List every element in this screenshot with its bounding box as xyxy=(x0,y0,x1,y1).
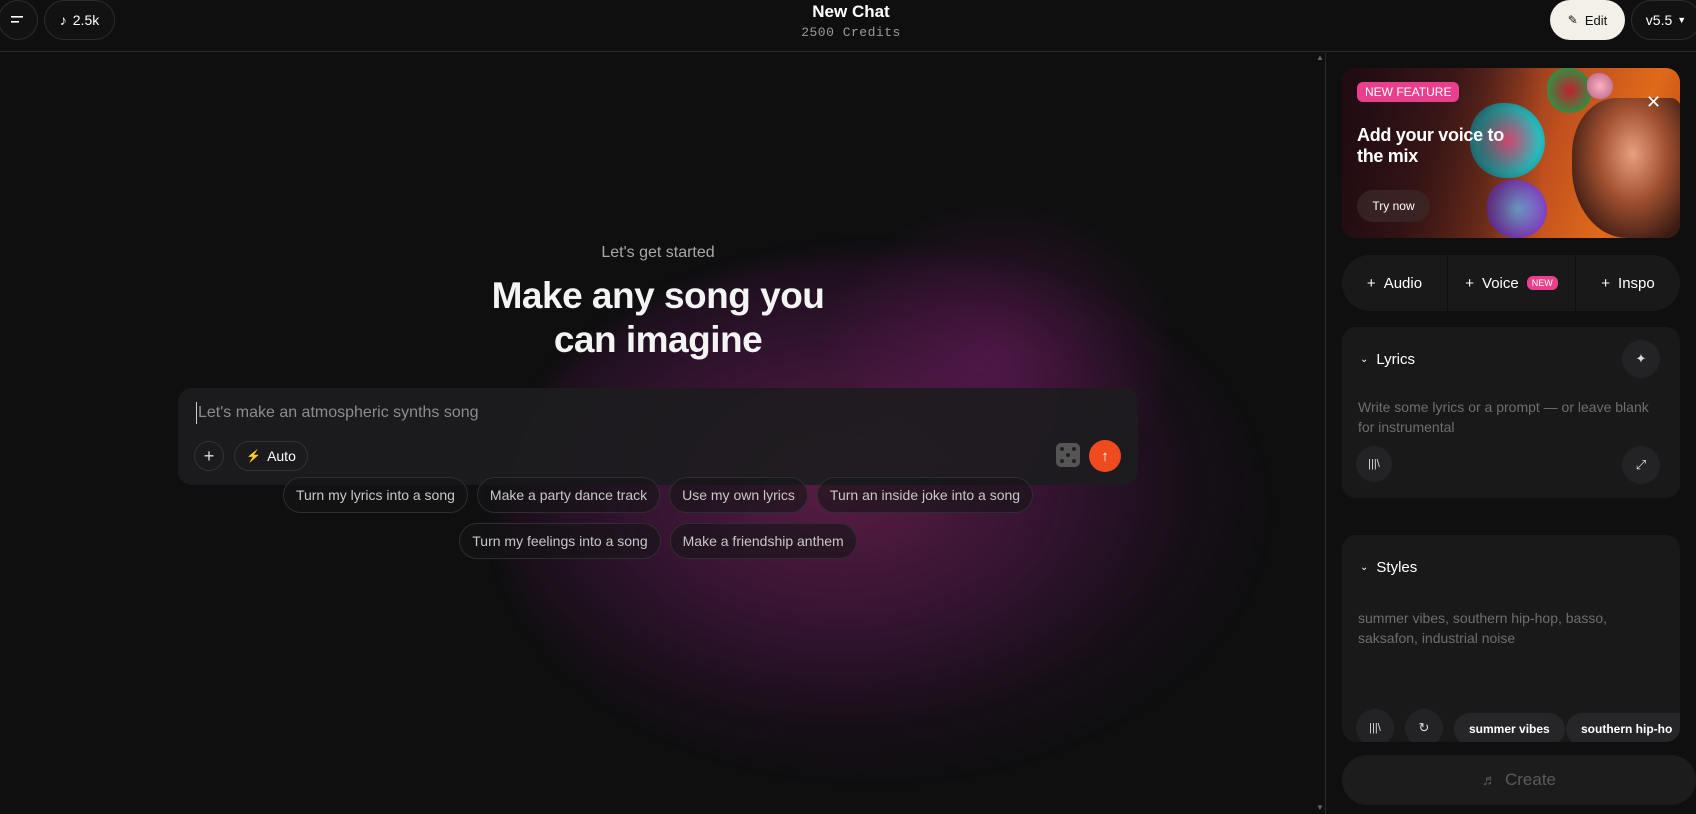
library-button[interactable]: |||\ xyxy=(1356,709,1394,742)
music-plus-icon: ♬ xyxy=(1481,771,1497,789)
edit-label: Edit xyxy=(1584,12,1608,28)
prompt-input[interactable] xyxy=(196,402,896,424)
chat-title-area: New Chat 2500 Credits xyxy=(0,2,1696,40)
add-voice-button[interactable]: + Voice NEW xyxy=(1448,255,1575,311)
mode-label: Auto xyxy=(267,448,296,464)
magic-wand-icon: ✦ xyxy=(1635,351,1647,366)
new-feature-badge: NEW FEATURE xyxy=(1357,82,1460,102)
chevron-down-icon: ▼ xyxy=(1677,15,1687,25)
style-tag[interactable]: summer vibes xyxy=(1454,713,1565,742)
promo-art xyxy=(1547,68,1592,113)
top-bar: ♪ 2.5k New Chat 2500 Credits ✎ Edit v5.5… xyxy=(0,0,1696,52)
add-bar: + Audio + Voice NEW + Inspo xyxy=(1342,255,1680,311)
plus-icon: + xyxy=(1465,274,1475,292)
style-tag[interactable]: southern hip-ho xyxy=(1566,713,1680,742)
add-inspo-label: Inspo xyxy=(1618,274,1655,292)
suggestion-chip[interactable]: Turn my feelings into a song xyxy=(459,523,661,559)
chevron-down-icon: ⌄ xyxy=(1360,562,1369,573)
pencil-icon: ✎ xyxy=(1567,13,1578,27)
suggestion-chip[interactable]: Use my own lyrics xyxy=(669,477,808,513)
attach-button[interactable]: + xyxy=(194,441,224,471)
magic-wand-button[interactable]: ✦ xyxy=(1622,340,1660,378)
hero-subtitle: Let's get started xyxy=(601,244,715,261)
close-icon[interactable]: ✕ xyxy=(1646,92,1661,113)
credits-label: 2500 Credits xyxy=(801,25,901,40)
library-button[interactable]: |||\ xyxy=(1356,446,1392,482)
refresh-icon: ↻ xyxy=(1418,720,1430,735)
mode-button[interactable]: ⚡ Auto xyxy=(234,441,308,471)
lyrics-heading: Lyrics xyxy=(1376,351,1416,368)
promo-banner[interactable]: NEW FEATURE Add your voice to the mix Tr… xyxy=(1342,68,1680,238)
plus-icon: + xyxy=(1366,274,1376,292)
styles-heading: Styles xyxy=(1376,559,1418,576)
lyrics-card: ⌄ Lyrics ✦ Write some lyrics or a prompt… xyxy=(1342,327,1680,498)
suggestion-chip[interactable]: Turn my lyrics into a song xyxy=(282,477,468,513)
create-label: Create xyxy=(1504,770,1557,789)
refresh-button[interactable]: ↻ xyxy=(1405,709,1443,742)
new-badge: NEW xyxy=(1526,276,1558,290)
edit-button[interactable]: ✎ Edit xyxy=(1550,0,1625,40)
send-button[interactable]: ↑ xyxy=(1089,440,1121,472)
hero-title-line2: can imagine xyxy=(553,319,763,360)
lyrics-toggle[interactable]: ⌄ Lyrics xyxy=(1360,351,1415,368)
add-audio-button[interactable]: + Audio xyxy=(1342,255,1447,311)
promo-art xyxy=(1587,73,1613,99)
lightning-icon: ⚡ xyxy=(246,449,262,463)
hero-title-line1: Make any song you xyxy=(491,275,825,316)
try-now-button[interactable]: Try now xyxy=(1357,190,1430,222)
library-icon: |||\ xyxy=(1368,458,1380,470)
arrow-up-icon: ↑ xyxy=(1101,447,1109,465)
suggestion-chip[interactable]: Turn an inside joke into a song xyxy=(816,477,1034,513)
main-area: Let's get started Make any song you can … xyxy=(0,53,1325,814)
version-label: v5.5 xyxy=(1645,12,1673,28)
expand-icon: ⤢ xyxy=(1635,457,1647,472)
styles-toggle[interactable]: ⌄ Styles xyxy=(1360,559,1417,576)
create-button[interactable]: ♬ Create xyxy=(1342,755,1696,805)
hero-title: Make any song you can imagine xyxy=(0,274,1316,362)
promo-art xyxy=(1572,98,1680,238)
add-voice-label: Voice xyxy=(1482,274,1519,292)
styles-input[interactable]: summer vibes, southern hip-hop, basso, s… xyxy=(1358,608,1658,648)
suggestion-chip[interactable]: Make a party dance track xyxy=(476,477,661,513)
expand-button[interactable]: ⤢ xyxy=(1622,446,1660,484)
plus-icon: + xyxy=(203,445,215,466)
plus-icon: + xyxy=(1601,274,1611,292)
version-select[interactable]: v5.5 ▼ xyxy=(1631,0,1696,40)
add-inspo-button[interactable]: + Inspo xyxy=(1576,255,1680,311)
page-title: New Chat xyxy=(812,2,890,21)
styles-card: ⌄ Styles summer vibes, southern hip-hop,… xyxy=(1342,535,1680,742)
lyrics-input[interactable]: Write some lyrics or a prompt — or leave… xyxy=(1358,397,1658,437)
library-icon: |||\ xyxy=(1369,722,1381,734)
prompt-box: + ⚡ Auto ↑ xyxy=(178,388,1138,485)
random-dice-button[interactable] xyxy=(1056,443,1080,467)
scroll-up-icon[interactable]: ▲ xyxy=(1316,53,1324,62)
add-audio-label: Audio xyxy=(1383,274,1423,292)
suggestion-chip[interactable]: Make a friendship anthem xyxy=(669,523,857,559)
chevron-down-icon: ⌄ xyxy=(1360,354,1369,365)
promo-title: Add your voice to the mix xyxy=(1357,125,1504,166)
suggestions-row-2: Turn my feelings into a song Make a frie… xyxy=(0,523,1316,559)
suggestions-row-1: Turn my lyrics into a song Make a party … xyxy=(0,477,1316,513)
scrollbar[interactable]: ▲ ▼ xyxy=(1314,53,1324,814)
scroll-down-icon[interactable]: ▼ xyxy=(1316,803,1324,812)
side-panel: NEW FEATURE Add your voice to the mix Tr… xyxy=(1326,53,1696,814)
